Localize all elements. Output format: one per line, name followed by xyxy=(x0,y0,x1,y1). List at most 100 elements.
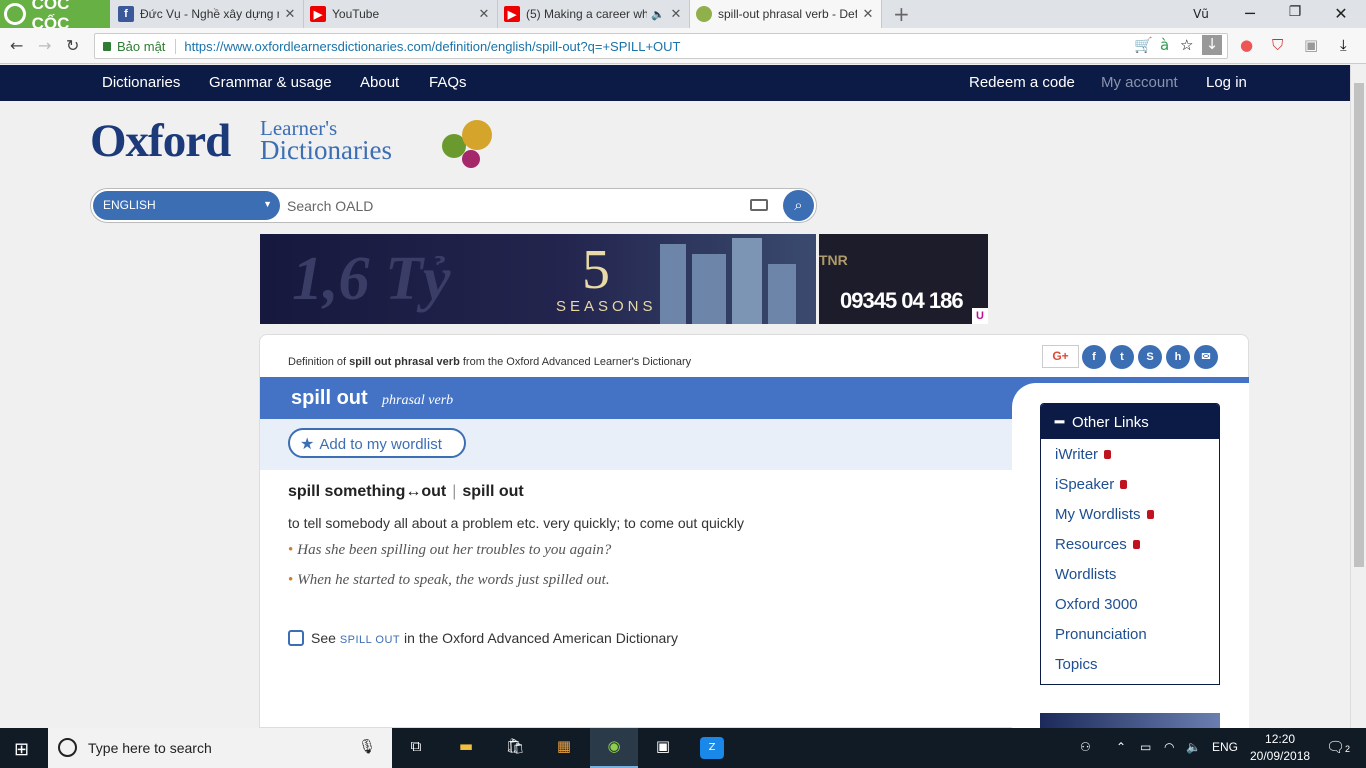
other-link-pronunciation[interactable]: Pronunciation xyxy=(1055,626,1147,643)
page-scrollbar[interactable] xyxy=(1350,65,1366,728)
other-link-label: Wordlists xyxy=(1055,566,1117,583)
other-link-topics[interactable]: Topics xyxy=(1055,656,1098,673)
tab-title: spill-out phrasal verb - Def xyxy=(718,7,857,21)
other-links-header[interactable]: ━ Other Links xyxy=(1041,404,1219,439)
maximize-button[interactable]: ❐ xyxy=(1280,4,1310,20)
other-link-label: Pronunciation xyxy=(1055,626,1147,643)
close-icon[interactable]: ✕ xyxy=(861,6,875,22)
close-window-button[interactable]: ✕ xyxy=(1326,4,1356,23)
search-input[interactable]: Search OALD xyxy=(287,198,373,214)
profile-button[interactable]: Vũ xyxy=(1186,7,1216,21)
tray-chevron-icon[interactable]: ⌃ xyxy=(1116,740,1126,754)
nav-log-in[interactable]: Log in xyxy=(1206,74,1247,91)
volume-icon[interactable]: 🔈 xyxy=(1186,740,1201,754)
windows-start-icon[interactable]: ⊞ xyxy=(14,739,29,760)
ad-phone: 09345 04 186 xyxy=(840,288,964,313)
sense-pattern-a: spill something↔out xyxy=(288,483,447,500)
twitter-icon[interactable]: t xyxy=(1110,345,1134,369)
add-to-wordlist-button[interactable]: ★ Add to my wordlist xyxy=(288,428,466,458)
sidebar-ad[interactable] xyxy=(1040,713,1220,729)
nav-my-account[interactable]: My account xyxy=(1101,74,1178,91)
notifications-icon[interactable]: 🗨2 xyxy=(1326,738,1350,756)
other-link-resources[interactable]: Resources xyxy=(1055,536,1140,553)
logo-purple-ball-icon xyxy=(462,150,480,168)
ad-price-text: 1,6 Tỷ xyxy=(292,245,451,313)
forward-arrow-icon[interactable]: → xyxy=(38,36,51,55)
spelling-icon[interactable]: à xyxy=(1160,36,1169,54)
close-icon[interactable]: ✕ xyxy=(283,6,297,22)
adblock-icon[interactable]: ⛉ xyxy=(1272,36,1283,54)
other-links-title: Other Links xyxy=(1072,414,1149,431)
cart-icon[interactable]: 🛒 xyxy=(1134,36,1153,54)
sense-pattern: spill something↔out | spill out xyxy=(288,483,524,501)
external-link-icon xyxy=(288,630,304,646)
extension-gray-icon[interactable]: ▣ xyxy=(1304,36,1318,54)
keyboard-icon[interactable] xyxy=(750,199,768,211)
ad-banner-side[interactable]: TNR 09345 04 186 U xyxy=(819,234,988,324)
cortana-icon xyxy=(58,738,77,757)
nav-redeem-code[interactable]: Redeem a code xyxy=(969,74,1075,91)
download-video-icon[interactable]: ↓ xyxy=(1202,35,1222,55)
search-bar: ENGLISH ▼ Search OALD ⌕ xyxy=(90,188,817,223)
other-link-ispeaker[interactable]: iSpeaker xyxy=(1055,476,1128,493)
extension-icon[interactable]: ● xyxy=(1240,36,1253,54)
back-arrow-icon[interactable]: ← xyxy=(10,36,23,55)
app-window-icon[interactable]: ▣ xyxy=(651,737,675,759)
facebook-icon[interactable]: f xyxy=(1082,345,1106,369)
file-explorer-icon[interactable]: ▬ xyxy=(454,737,478,759)
nav-grammar-usage[interactable]: Grammar & usage xyxy=(209,74,332,91)
stumbleupon-icon[interactable]: S xyxy=(1138,345,1162,369)
url-text[interactable]: https://www.oxfordlearnersdictionaries.c… xyxy=(184,39,680,54)
speaker-icon[interactable]: 🔈 xyxy=(651,8,665,21)
minimize-button[interactable]: ─ xyxy=(1235,4,1265,23)
tab-youtube[interactable]: ▶ YouTube ✕ xyxy=(304,0,498,28)
tab-oxford-active[interactable]: spill-out phrasal verb - Def ✕ xyxy=(690,0,882,28)
coccoc-taskbar-icon[interactable]: ◉ xyxy=(602,737,626,759)
zalo-icon[interactable]: Z xyxy=(700,737,724,759)
example-item: • Has she been spilling out her troubles … xyxy=(288,542,611,559)
taskbar-search-box[interactable]: Type here to search 🎙 xyxy=(48,728,392,768)
bookmark-star-icon[interactable]: ☆ xyxy=(1180,36,1193,54)
downloads-icon[interactable]: ⤓ xyxy=(1340,36,1347,54)
other-link-wordlists[interactable]: Wordlists xyxy=(1055,566,1116,583)
task-view-icon[interactable]: ⧉ xyxy=(404,737,428,759)
tab-facebook[interactable]: f Đức Vụ - Nghề xây dựng n ✕ xyxy=(112,0,304,28)
address-bar[interactable]: Bảo mật https://www.oxfordlearnersdictio… xyxy=(94,33,1228,59)
system-clock[interactable]: 12:20 20/09/2018 xyxy=(1250,731,1310,765)
nav-dictionaries[interactable]: Dictionaries xyxy=(102,74,180,91)
other-link-my-wordlists[interactable]: My Wordlists xyxy=(1055,506,1154,523)
language-select[interactable]: ENGLISH ▼ xyxy=(93,191,280,220)
search-button[interactable]: ⌕ xyxy=(783,190,814,221)
see-also-suffix: in the Oxford Advanced American Dictiona… xyxy=(404,630,678,646)
close-icon[interactable]: ✕ xyxy=(669,6,683,22)
see-also-term[interactable]: SPILL OUT xyxy=(340,634,400,646)
close-icon[interactable]: ✕ xyxy=(477,6,491,22)
people-icon[interactable]: ⚇ xyxy=(1080,740,1091,754)
nav-about[interactable]: About xyxy=(360,74,399,91)
ad-banner[interactable]: 1,6 Tỷ 5 SEASONS xyxy=(260,234,816,324)
nav-faqs[interactable]: FAQs xyxy=(429,74,467,91)
other-link-iwriter[interactable]: iWriter xyxy=(1055,446,1112,463)
language-value: ENGLISH xyxy=(103,198,156,212)
email-icon[interactable]: ✉ xyxy=(1194,345,1218,369)
scrollbar-thumb[interactable] xyxy=(1354,83,1364,567)
input-language[interactable]: ENG xyxy=(1212,740,1238,754)
reload-icon[interactable]: ↻ xyxy=(66,36,79,55)
bullet-icon: • xyxy=(288,572,294,588)
gplus-share-button[interactable]: G+ xyxy=(1042,345,1079,368)
new-tab-button[interactable]: + xyxy=(893,2,910,26)
ad-badge[interactable]: U xyxy=(972,308,988,324)
microphone-icon[interactable]: 🎙 xyxy=(358,738,376,755)
wifi-icon[interactable]: ◠ xyxy=(1164,740,1174,754)
other-link-label: Resources xyxy=(1055,536,1127,553)
app-icon[interactable]: ▦ xyxy=(552,737,576,759)
lock-icon xyxy=(103,41,111,51)
store-icon[interactable]: 🛍 xyxy=(503,737,527,759)
tab-youtube-career[interactable]: ▶ (5) Making a career wh 🔈 ✕ xyxy=(498,0,690,28)
see-also-link[interactable]: See SPILL OUT in the Oxford Advanced Ame… xyxy=(288,630,678,646)
other-link-oxford-3000[interactable]: Oxford 3000 xyxy=(1055,596,1138,613)
battery-icon[interactable]: ▭ xyxy=(1140,740,1151,754)
hi5-icon[interactable]: h xyxy=(1166,345,1190,369)
coccoc-menu-button[interactable]: CỐC CỐC xyxy=(0,0,110,33)
youtube-icon: ▶ xyxy=(504,6,520,22)
